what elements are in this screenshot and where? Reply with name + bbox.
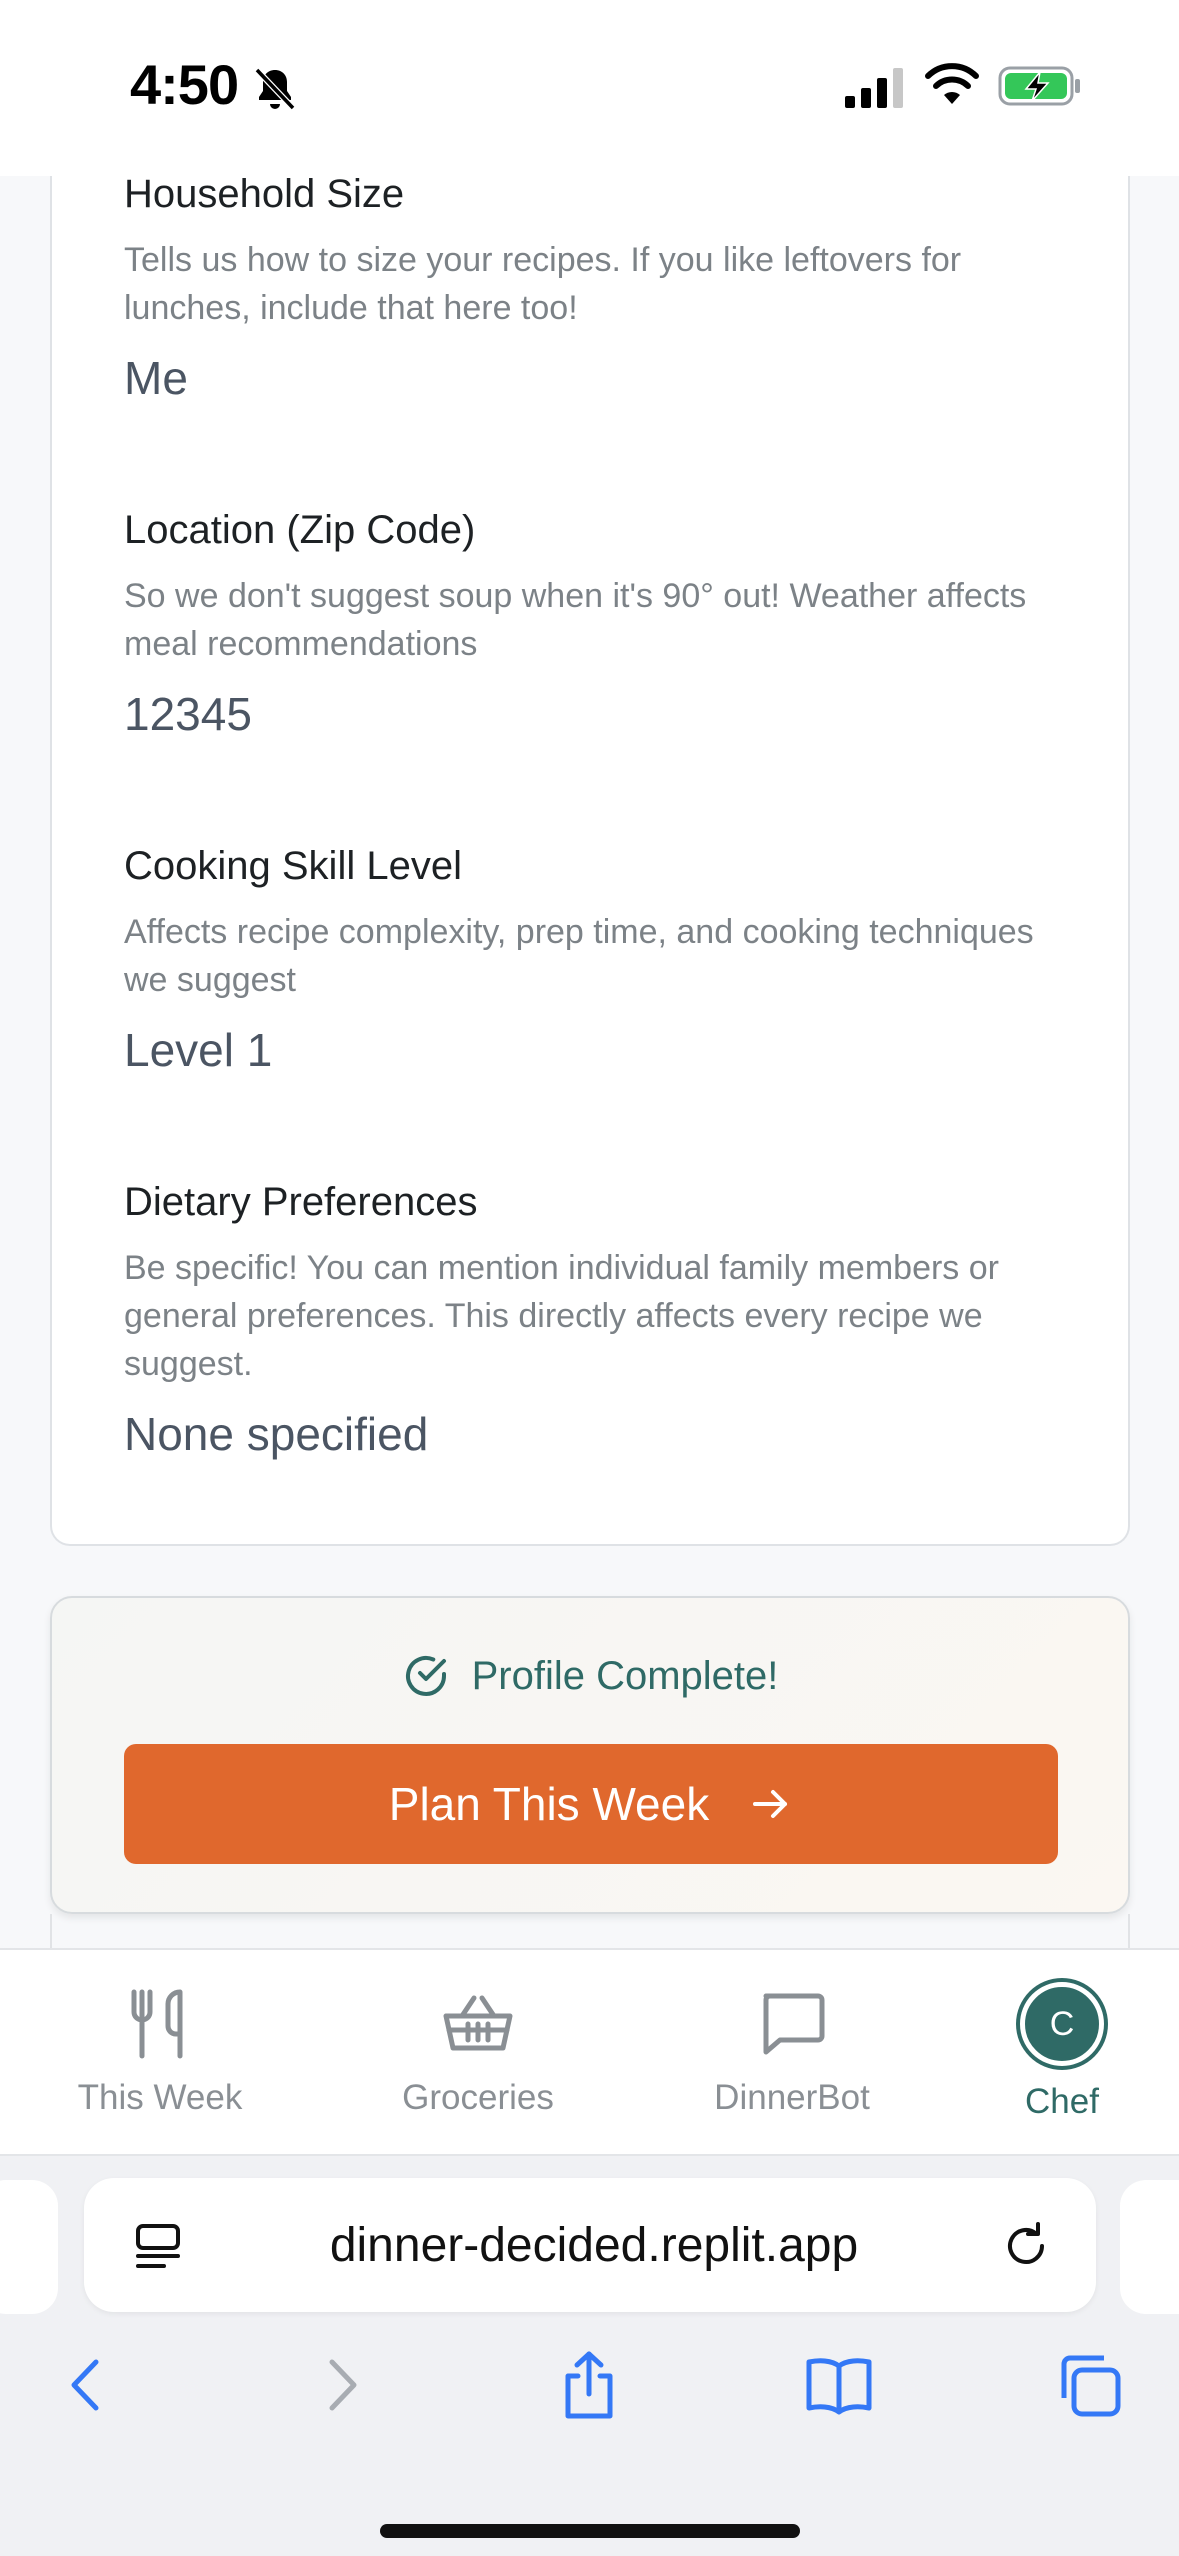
dietary-preferences-field: Dietary Preferences Be specific! You can… xyxy=(124,1178,1064,1462)
share-icon[interactable] xyxy=(554,2350,624,2420)
cooking-skill-label: Cooking Skill Level xyxy=(124,844,462,888)
chat-bubble-icon xyxy=(763,1993,825,2055)
location-help: So we don't suggest soup when it's 90° o… xyxy=(124,577,1027,663)
avatar: C xyxy=(1020,1982,1104,2066)
household-size-help: Tells us how to size your recipes. If yo… xyxy=(124,241,962,327)
bookmarks-icon[interactable] xyxy=(804,2350,874,2420)
arrow-right-icon xyxy=(753,1790,788,1818)
back-icon[interactable] xyxy=(52,2350,122,2420)
reload-icon[interactable] xyxy=(1000,2220,1052,2272)
cooking-skill-value: Level 1 xyxy=(124,1024,273,1076)
page-menu-icon[interactable] xyxy=(132,2220,184,2272)
check-circle-icon xyxy=(405,1655,446,1696)
cooking-skill-field: Cooking Skill Level Affects recipe compl… xyxy=(124,842,1064,1078)
household-size-value: Me xyxy=(124,352,188,404)
wifi-icon xyxy=(925,63,979,104)
cellular-signal-icon xyxy=(845,68,903,108)
status-time: 4:50 xyxy=(130,53,239,116)
nav-label-dinnerbot: DinnerBot xyxy=(714,2078,870,2117)
dietary-preferences-value: None specified xyxy=(124,1408,429,1460)
profile-card: Household Size Tells us how to size your… xyxy=(50,150,1130,1546)
plan-this-week-button[interactable]: Plan This Week xyxy=(124,1744,1058,1864)
battery-charging-icon xyxy=(998,66,1080,106)
profile-complete-card: Profile Complete! Plan This Week xyxy=(50,1596,1130,1914)
status-bar: 4:50 xyxy=(0,0,1179,176)
nav-item-chef[interactable]: C Chef xyxy=(952,1982,1172,2136)
household-size-field: Household Size Tells us how to size your… xyxy=(124,170,1064,406)
tabs-icon[interactable] xyxy=(1054,2350,1124,2420)
profile-complete-status: Profile Complete! xyxy=(52,1648,1128,1704)
nav-label-chef: Chef xyxy=(1025,2082,1099,2121)
household-size-label: Household Size xyxy=(124,172,405,216)
cooking-skill-help: Affects recipe complexity, prep time, an… xyxy=(124,913,1034,999)
plan-this-week-label: Plan This Week xyxy=(388,1778,710,1830)
profile-complete-text: Profile Complete! xyxy=(471,1653,779,1698)
nav-label-this-week: This Week xyxy=(77,2078,243,2117)
nav-item-groceries[interactable]: Groceries xyxy=(368,1986,588,2136)
previous-tab-preview[interactable] xyxy=(0,2180,58,2314)
bell-slash-icon xyxy=(254,67,296,111)
nav-label-groceries: Groceries xyxy=(402,2078,554,2117)
fork-knife-icon xyxy=(131,1989,183,2059)
location-field: Location (Zip Code) So we don't suggest … xyxy=(124,506,1064,742)
address-bar[interactable]: dinner-decided.replit.app xyxy=(84,2178,1096,2312)
location-value: 12345 xyxy=(124,688,252,740)
location-label: Location (Zip Code) xyxy=(124,508,476,552)
dietary-preferences-label: Dietary Preferences xyxy=(124,1180,478,1224)
url-text: dinner-decided.replit.app xyxy=(329,2219,859,2272)
next-tab-preview[interactable] xyxy=(1120,2180,1179,2314)
home-indicator xyxy=(380,2524,800,2538)
basket-icon xyxy=(443,1995,513,2051)
bottom-nav: This Week Groceries DinnerBot C Chef xyxy=(0,1948,1179,2156)
nav-item-dinnerbot[interactable]: DinnerBot xyxy=(682,1986,902,2136)
forward-icon[interactable] xyxy=(306,2350,376,2420)
nav-item-this-week[interactable]: This Week xyxy=(50,1986,270,2136)
browser-chrome: dinner-decided.replit.app xyxy=(0,2156,1179,2556)
dietary-preferences-help: Be specific! You can mention individual … xyxy=(124,1249,999,1383)
